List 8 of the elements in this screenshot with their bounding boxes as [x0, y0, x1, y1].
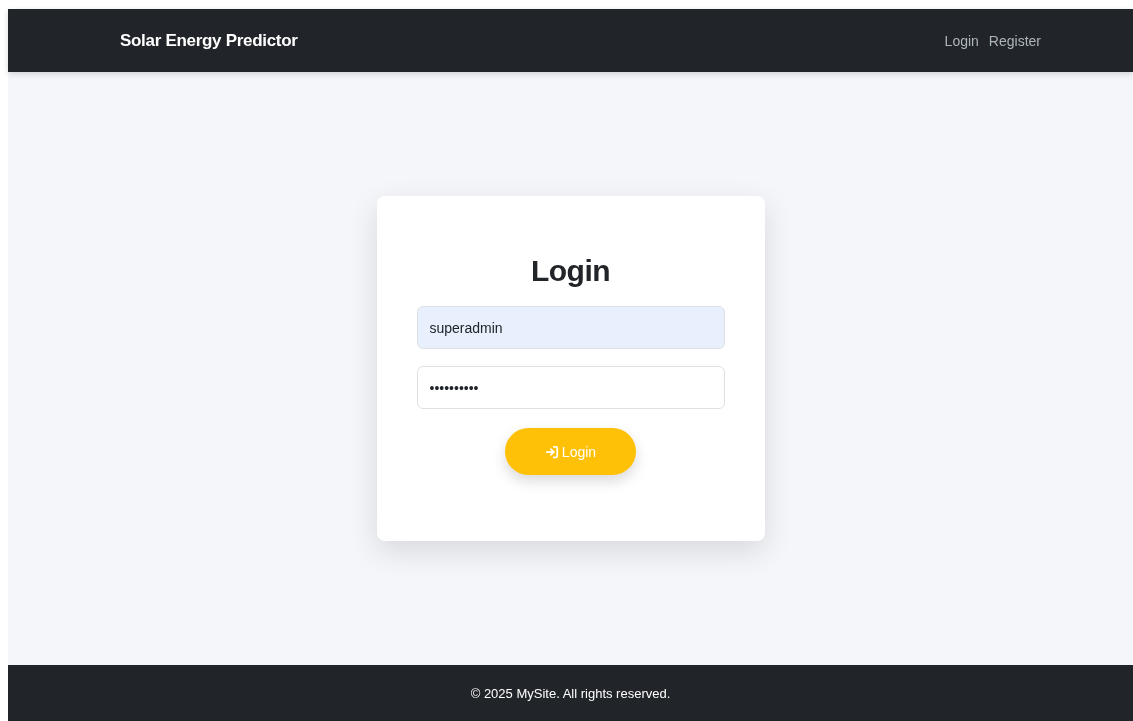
- brand-title: Solar Energy Predictor: [120, 30, 298, 51]
- login-title: Login: [530, 254, 611, 288]
- sign-in-icon: [544, 444, 559, 459]
- nav-link[interactable]: Login: [944, 32, 979, 49]
- copyright-text: © 2025 MySite. All rights reserved.: [470, 685, 671, 701]
- username-field[interactable]: superadmin: [416, 306, 725, 349]
- nav-link[interactable]: Register: [988, 32, 1041, 49]
- password-field[interactable]: ••••••••••: [416, 366, 725, 409]
